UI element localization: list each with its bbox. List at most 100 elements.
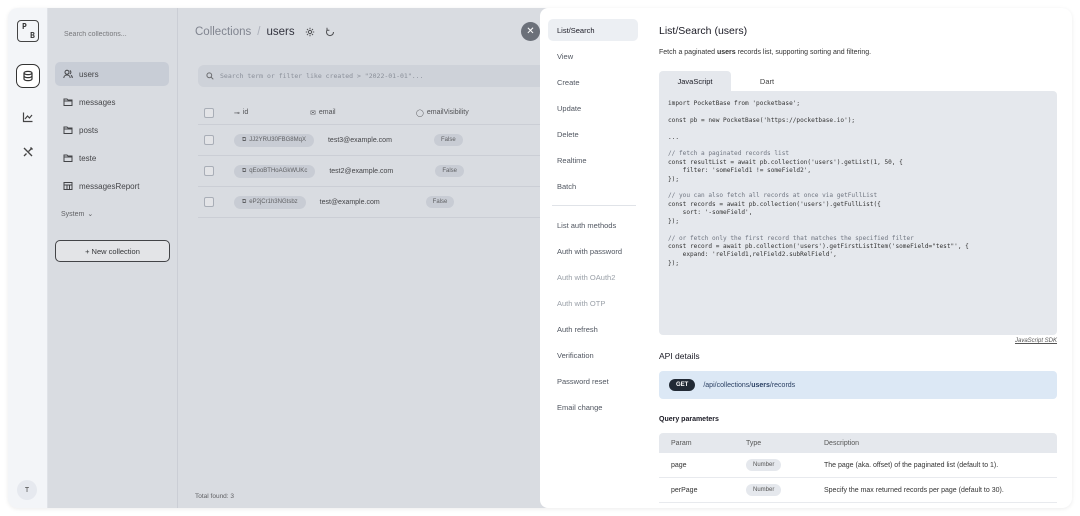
api-nav-realtime[interactable]: Realtime: [548, 149, 638, 171]
select-all-checkbox[interactable]: [204, 107, 214, 118]
api-nav-verification[interactable]: Verification: [548, 344, 638, 366]
column-email-label: email: [318, 109, 336, 116]
api-nav-auth-oauth2[interactable]: Auth with OAuth2: [548, 266, 638, 288]
record-id-pill[interactable]: ⧉ JJ2YRU30FBG8MqX: [234, 133, 314, 147]
api-nav-auth-password[interactable]: Auth with password: [548, 240, 638, 262]
path-post: /records: [769, 381, 796, 389]
sdk-tabs: JavaScript Dart: [659, 71, 1057, 91]
sidebar-item-posts[interactable]: posts: [55, 118, 169, 142]
column-id[interactable]: ⊸ id: [214, 109, 310, 117]
total-found: Total found: 3: [195, 493, 235, 500]
copy-icon: ⧉: [242, 136, 247, 143]
column-email[interactable]: ✉ email: [310, 109, 416, 117]
record-id-pill[interactable]: ⧉ eP2jCr1h3NGtsbz: [234, 195, 306, 209]
table-row: page Number The page (aka. offset) of th…: [659, 453, 1057, 478]
api-nav-view[interactable]: View: [548, 45, 638, 67]
table-row[interactable]: ⧉ JJ2YRU30FBG8MqX test3@example.com False: [198, 125, 578, 156]
api-nav-email-change[interactable]: Email change: [548, 396, 638, 418]
path-pre: /api/collections/: [703, 381, 752, 389]
column-email-visibility[interactable]: ◯ emailVisibility: [416, 109, 524, 117]
code-line: const records = await pb.collection('use…: [668, 200, 881, 208]
param-type-cell: Number: [746, 484, 824, 496]
copy-icon: ⧉: [242, 167, 247, 174]
logo-letter-b: B: [30, 31, 35, 40]
breadcrumb-current: users: [266, 26, 295, 38]
main-content: Collections / users Search term or filte…: [178, 8, 578, 508]
sidebar-item-users[interactable]: users: [55, 62, 169, 86]
breadcrumb-separator: /: [257, 26, 261, 38]
row-checkbox[interactable]: [204, 135, 214, 145]
header-description: Description: [824, 439, 860, 447]
collection-list: users messages posts teste messagesRepor…: [55, 62, 169, 202]
records-search-input[interactable]: Search term or filter like created > "20…: [198, 65, 578, 87]
close-panel-button[interactable]: ✕: [521, 22, 540, 41]
sdk-docs-link[interactable]: JavaScript SDK: [1015, 338, 1057, 344]
row-checkbox[interactable]: [204, 166, 214, 176]
record-email: test2@example.com: [329, 167, 394, 175]
header-param: Param: [671, 439, 692, 447]
api-nav: List/Search View Create Update Delete Re…: [548, 19, 638, 422]
api-nav-create[interactable]: Create: [548, 71, 638, 93]
api-nav-delete[interactable]: Delete: [548, 123, 638, 145]
table-row: perPage Number Specify the max returned …: [659, 478, 1057, 503]
record-id: eP2jCr1h3NGtsbz: [249, 199, 298, 205]
sidebar-item-label: users: [79, 69, 99, 79]
api-nav-batch[interactable]: Batch: [548, 175, 638, 197]
desc-pre: Fetch a paginated: [659, 49, 717, 56]
param-description: The page (aka. offset) of the paginated …: [824, 461, 999, 469]
code-line: ...: [668, 133, 680, 141]
api-nav-password-reset[interactable]: Password reset: [548, 370, 638, 392]
sidebar-item-label: posts: [79, 125, 99, 135]
code-line: });: [668, 175, 680, 183]
tab-dart[interactable]: Dart: [731, 71, 803, 91]
code-line: });: [668, 259, 680, 267]
api-nav-auth-otp[interactable]: Auth with OTP: [548, 292, 638, 314]
sidebar-item-messages[interactable]: messages: [55, 90, 169, 114]
folder-icon: [63, 98, 73, 106]
chevron-down-icon: ⌄: [87, 211, 94, 218]
api-preview-panel: List/Search View Create Update Delete Re…: [540, 8, 1072, 508]
endpoint-bar: GET /api/collections/users/records: [659, 371, 1057, 399]
row-checkbox[interactable]: [204, 197, 214, 207]
logs-nav-button[interactable]: [16, 105, 40, 129]
header-type: Type: [746, 439, 762, 447]
code-snippet[interactable]: import PocketBase from 'pocketbase'; con…: [659, 91, 1057, 335]
table-row[interactable]: ⧉ eP2jCr1h3NGtsbz test@example.com False: [198, 187, 578, 218]
collections-nav-button[interactable]: [16, 64, 40, 88]
tab-javascript[interactable]: JavaScript: [659, 71, 731, 91]
api-nav-update[interactable]: Update: [548, 97, 638, 119]
search-placeholder: Search term or filter like created > "20…: [220, 72, 424, 80]
endpoint-path: /api/collections/users/records: [703, 382, 795, 389]
settings-nav-button[interactable]: [16, 140, 40, 164]
gear-icon[interactable]: [305, 27, 315, 37]
sidebar-item-teste[interactable]: teste: [55, 146, 169, 170]
code-line: filter: 'someField1 != someField2',: [668, 167, 812, 175]
visibility-badge: False: [425, 196, 455, 208]
logo-letter-p: P: [22, 22, 27, 31]
api-nav-auth-refresh[interactable]: Auth refresh: [548, 318, 638, 340]
method-badge: GET: [669, 379, 696, 391]
icon-rail: P B T: [8, 8, 48, 508]
new-collection-button[interactable]: + New collection: [55, 240, 170, 262]
user-avatar[interactable]: T: [17, 480, 37, 500]
system-collections-toggle[interactable]: System ⌄: [61, 210, 94, 219]
api-nav-list-search[interactable]: List/Search: [548, 19, 638, 41]
key-icon: ⊸: [234, 109, 240, 117]
param-name: page: [671, 461, 687, 469]
param-name: perPage: [671, 486, 698, 494]
table-row[interactable]: ⧉ qEooBTHoAGkWUKc test2@example.com False: [198, 156, 578, 187]
api-nav-list-auth-methods[interactable]: List auth methods: [548, 214, 638, 236]
visibility-badge: False: [435, 165, 464, 177]
collections-sidebar: users messages posts teste messagesRepor…: [48, 8, 178, 508]
refresh-icon[interactable]: [325, 27, 335, 37]
search-collections-input[interactable]: [56, 26, 168, 42]
visibility-badge: False: [433, 134, 463, 146]
breadcrumb-root[interactable]: Collections: [195, 26, 251, 38]
nav-divider: [552, 205, 636, 206]
pocketbase-logo[interactable]: P B: [17, 20, 39, 42]
record-id-pill[interactable]: ⧉ qEooBTHoAGkWUKc: [234, 164, 316, 178]
sidebar-item-messagesreport[interactable]: messagesReport: [55, 174, 169, 198]
code-line: sort: '-someField',: [668, 209, 753, 217]
